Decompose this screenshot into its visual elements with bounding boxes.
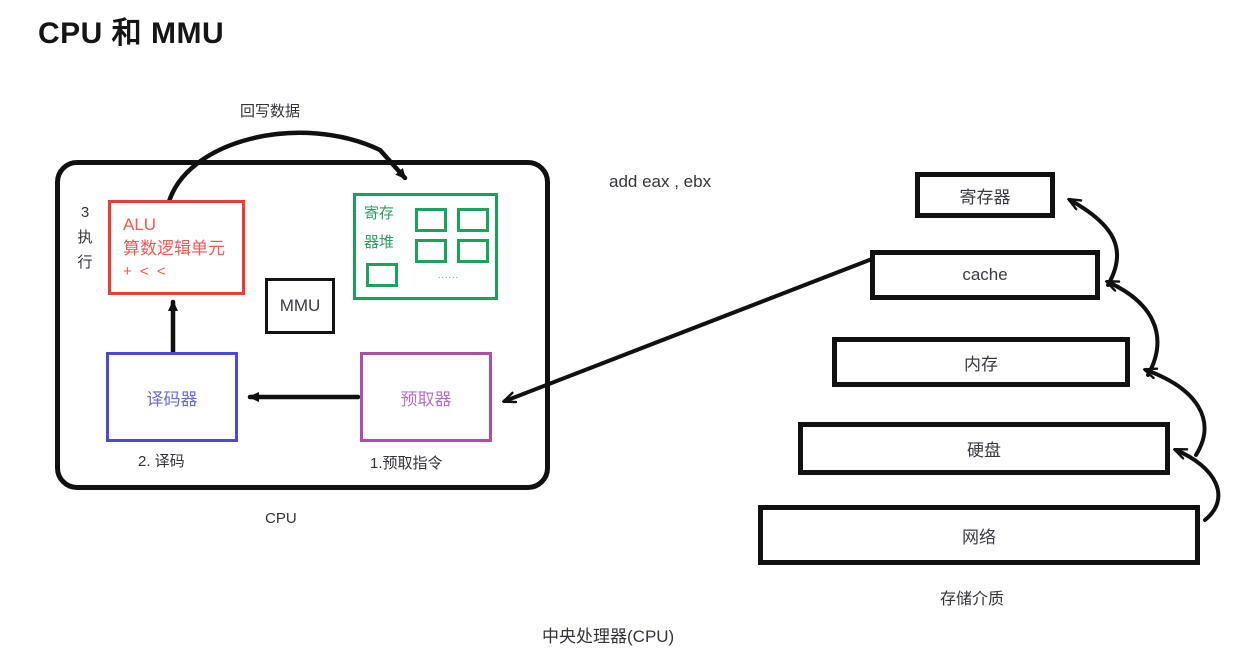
mmu-box[interactable]: MMU — [265, 278, 335, 334]
mmu-label: MMU — [279, 296, 321, 315]
memory-level-disk[interactable]: 硬盘 — [798, 422, 1170, 475]
alu-subtitle: 算数逻辑单元 — [123, 238, 225, 258]
register-file-ellipsis: ...... — [438, 270, 460, 280]
bottom-caption: 中央处理器(CPU) — [542, 627, 675, 646]
page-title: CPU 和 MMU — [38, 17, 225, 50]
register-file-label-line2: 器堆 — [364, 234, 395, 251]
memory-level-label: 寄存器 — [959, 187, 1011, 207]
prefetcher-box[interactable]: 预取器 — [360, 352, 492, 442]
decoder-caption: 2. 译码 — [138, 453, 185, 470]
memory-level-label: 网络 — [962, 527, 996, 547]
instruction-text: add eax , ebx — [609, 172, 712, 191]
register-cell — [366, 263, 398, 287]
decoder-box[interactable]: 译码器 — [106, 352, 238, 442]
memory-level-label: 内存 — [964, 354, 998, 374]
register-cell — [457, 239, 489, 263]
cpu-caption: CPU — [265, 510, 297, 527]
register-cell — [415, 239, 447, 263]
prefetcher-label: 预取器 — [400, 389, 452, 409]
stage-3-number: 3 — [80, 204, 90, 221]
decoder-label: 译码器 — [146, 389, 198, 409]
memory-level-cache[interactable]: cache — [870, 250, 1100, 300]
prefetcher-caption: 1.预取指令 — [370, 455, 443, 472]
register-cell — [457, 208, 489, 232]
storage-media-caption: 存储介质 — [940, 591, 1005, 608]
register-file-label-line1: 寄存 — [364, 205, 395, 222]
stage-3-label: 3 执 行 — [74, 200, 96, 275]
memory-level-ram[interactable]: 内存 — [832, 337, 1130, 387]
alu-box[interactable]: ALU 算数逻辑单元 + < < — [108, 200, 245, 295]
alu-operations: + < < — [123, 262, 168, 280]
memory-level-label: cache — [962, 265, 1008, 284]
memory-level-register[interactable]: 寄存器 — [915, 172, 1055, 218]
memory-level-network[interactable]: 网络 — [758, 505, 1200, 565]
diagram-canvas: CPU 和 MMU 3 执 行 ALU 算数逻辑单元 + < < MMU 寄存 … — [0, 0, 1251, 658]
stage-3-char-2: 行 — [77, 254, 93, 271]
stage-3-char-1: 执 — [77, 229, 93, 246]
register-cell — [415, 208, 447, 232]
register-file-box[interactable]: 寄存 器堆 ...... — [353, 193, 498, 300]
memory-level-label: 硬盘 — [967, 441, 1001, 460]
writeback-label: 回写数据 — [240, 103, 301, 120]
alu-title: ALU — [123, 214, 157, 234]
cache-to-prefetch-arrow — [505, 257, 874, 401]
